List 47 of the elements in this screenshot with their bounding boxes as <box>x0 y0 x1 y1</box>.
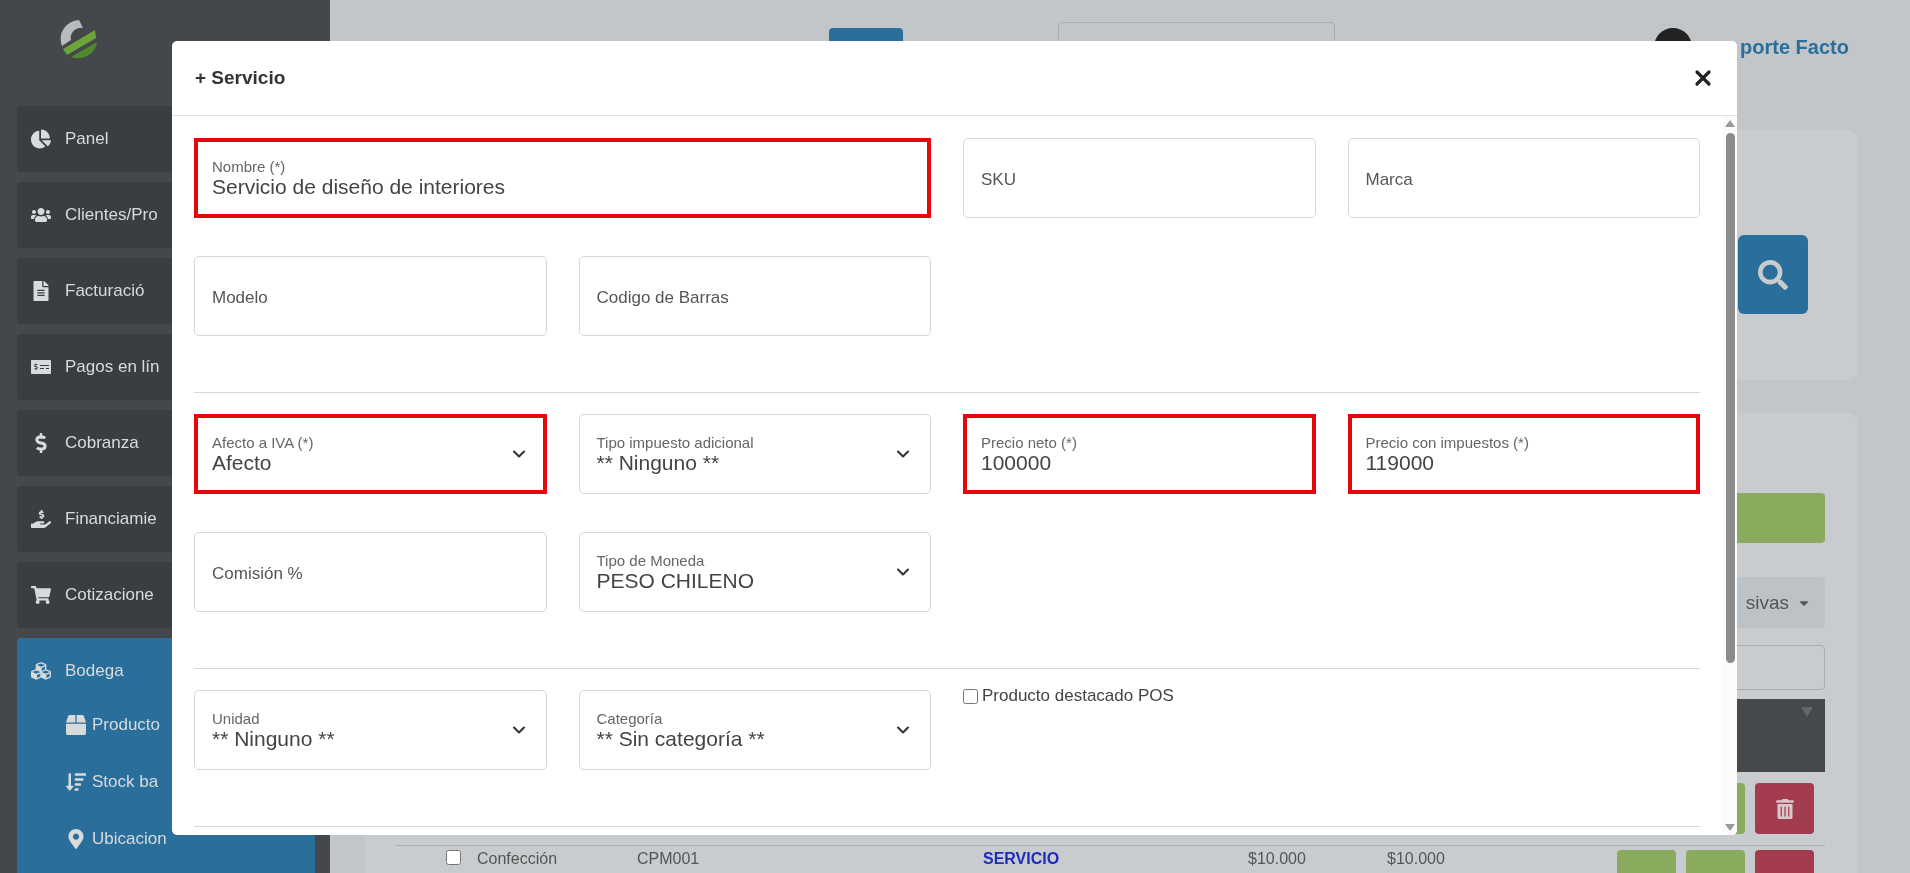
table-cell-text: CPM001 <box>637 850 701 868</box>
text-input[interactable]: Codigo de Barras <box>596 284 913 308</box>
text-field[interactable]: Precio con impuestos (*) 119000 <box>1347 414 1700 494</box>
hand-coin-icon <box>31 509 51 529</box>
document-icon <box>31 281 51 301</box>
select-field[interactable]: Tipo impuesto adicional ** Ninguno ** <box>578 414 931 494</box>
select-field[interactable]: Unidad ** Ninguno ** <box>194 690 547 770</box>
table-cell-text: Confección <box>477 850 559 868</box>
scroll-down-icon[interactable] <box>1725 824 1735 831</box>
select-field[interactable]: Categoría ** Sin categoría ** <box>578 690 931 770</box>
logo-icon <box>59 18 99 60</box>
checkbox-label: Producto destacado POS <box>982 686 1174 706</box>
text-input[interactable]: 100000 <box>981 450 1298 475</box>
type-label: SERVICIO <box>983 850 1061 868</box>
text-field[interactable]: Modelo <box>194 256 547 336</box>
table-cell-text: $10.000 <box>1387 850 1446 868</box>
users-icon <box>31 205 51 225</box>
search-icon <box>1758 259 1788 290</box>
text-field[interactable]: Precio neto (*) 100000 <box>963 414 1316 494</box>
text-field[interactable]: Nombre (*) Servicio de diseño de interiores <box>194 138 931 218</box>
pie-chart-icon <box>31 129 51 149</box>
row-checkbox[interactable] <box>446 850 461 865</box>
text-field[interactable]: Marca <box>1347 138 1700 218</box>
table-cell-text: $10.000 <box>1248 850 1307 868</box>
map-pin-icon <box>66 828 86 849</box>
cubes-icon <box>31 661 51 681</box>
text-field[interactable]: SKU <box>963 138 1316 218</box>
scroll-up-icon[interactable] <box>1725 120 1735 127</box>
delete-button[interactable] <box>1755 783 1814 834</box>
select-field[interactable]: Tipo de Moneda PESO CHILENO <box>578 532 931 612</box>
search-button[interactable] <box>1738 235 1808 314</box>
trash-icon <box>1774 798 1795 819</box>
select-field[interactable]: Afecto a IVA (*) Afecto <box>194 414 547 494</box>
sort-icon <box>1801 707 1813 717</box>
scrollbar[interactable] <box>1723 116 1737 835</box>
box-icon <box>66 714 86 735</box>
sidebar-subitem[interactable]: Ubicacion <box>17 810 315 867</box>
cart-icon <box>31 585 51 605</box>
text-input[interactable]: Marca <box>1365 166 1682 190</box>
text-input[interactable]: SKU <box>981 166 1298 190</box>
text-field[interactable]: Codigo de Barras <box>578 256 931 336</box>
checkbox[interactable] <box>963 688 978 704</box>
modal-title: + Servicio <box>195 67 286 89</box>
sort-down-icon <box>66 771 86 792</box>
text-field[interactable]: Comisión % <box>194 532 547 612</box>
money-card-icon <box>31 357 51 377</box>
text-input[interactable]: 119000 <box>1365 450 1682 475</box>
